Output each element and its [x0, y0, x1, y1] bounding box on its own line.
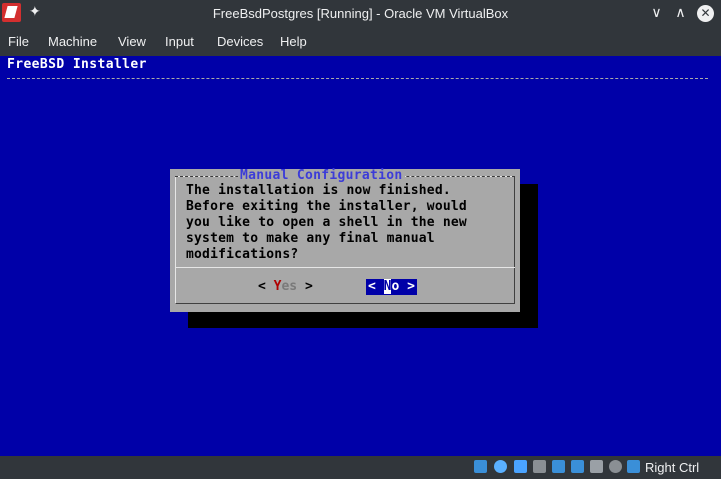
- menu-machine[interactable]: Machine: [48, 28, 97, 56]
- yes-close-bracket: >: [304, 279, 313, 294]
- menu-input[interactable]: Input: [165, 28, 194, 56]
- usb-icon[interactable]: [514, 460, 527, 473]
- dialog-message: The installation is now finished. Before…: [186, 183, 467, 262]
- yes-button[interactable]: < Yes >: [258, 279, 313, 295]
- display-icon[interactable]: [552, 460, 565, 473]
- menu-file[interactable]: File: [8, 28, 29, 56]
- menu-view[interactable]: View: [118, 28, 146, 56]
- dialog-title: Manual Configuration: [238, 168, 405, 183]
- close-icon[interactable]: ✕: [697, 5, 714, 22]
- no-close-bracket: >: [407, 279, 415, 294]
- yes-open-bracket: <: [258, 279, 266, 294]
- virtualization-icon[interactable]: [590, 460, 603, 473]
- yes-label-rest: es: [281, 279, 298, 294]
- no-open-bracket: <: [368, 279, 376, 294]
- menu-help[interactable]: Help: [280, 28, 307, 56]
- minimize-icon[interactable]: ∨: [648, 5, 665, 22]
- optical-drive-icon[interactable]: [494, 460, 507, 473]
- no-button[interactable]: < No >: [366, 279, 417, 295]
- header-divider: [7, 78, 708, 79]
- keyboard-capture-icon[interactable]: [627, 460, 640, 473]
- shared-folders-icon[interactable]: [533, 460, 546, 473]
- menu-devices[interactable]: Devices: [217, 28, 263, 56]
- dialog-button-row: < Yes > < No >: [170, 279, 520, 295]
- vm-display[interactable]: FreeBSD Installer Manual Configuration T…: [0, 56, 721, 456]
- hard-disk-icon[interactable]: [474, 460, 487, 473]
- maximize-icon[interactable]: ∧: [672, 5, 689, 22]
- video-capture-icon[interactable]: [571, 460, 584, 473]
- menu-bar: File Machine View Input Devices Help: [0, 28, 721, 56]
- mouse-integration-icon[interactable]: [609, 460, 622, 473]
- manual-configuration-dialog: Manual Configuration The installation is…: [170, 169, 520, 312]
- installer-header: FreeBSD Installer: [7, 57, 147, 72]
- status-bar: Right Ctrl: [0, 456, 721, 479]
- no-label-rest: o: [391, 279, 400, 294]
- host-key-label: Right Ctrl: [645, 460, 700, 475]
- dialog-separator: [175, 267, 515, 268]
- window-title-bar: ✦ FreeBsdPostgres [Running] - Oracle VM …: [0, 0, 721, 28]
- window-title: FreeBsdPostgres [Running] - Oracle VM Vi…: [212, 6, 509, 21]
